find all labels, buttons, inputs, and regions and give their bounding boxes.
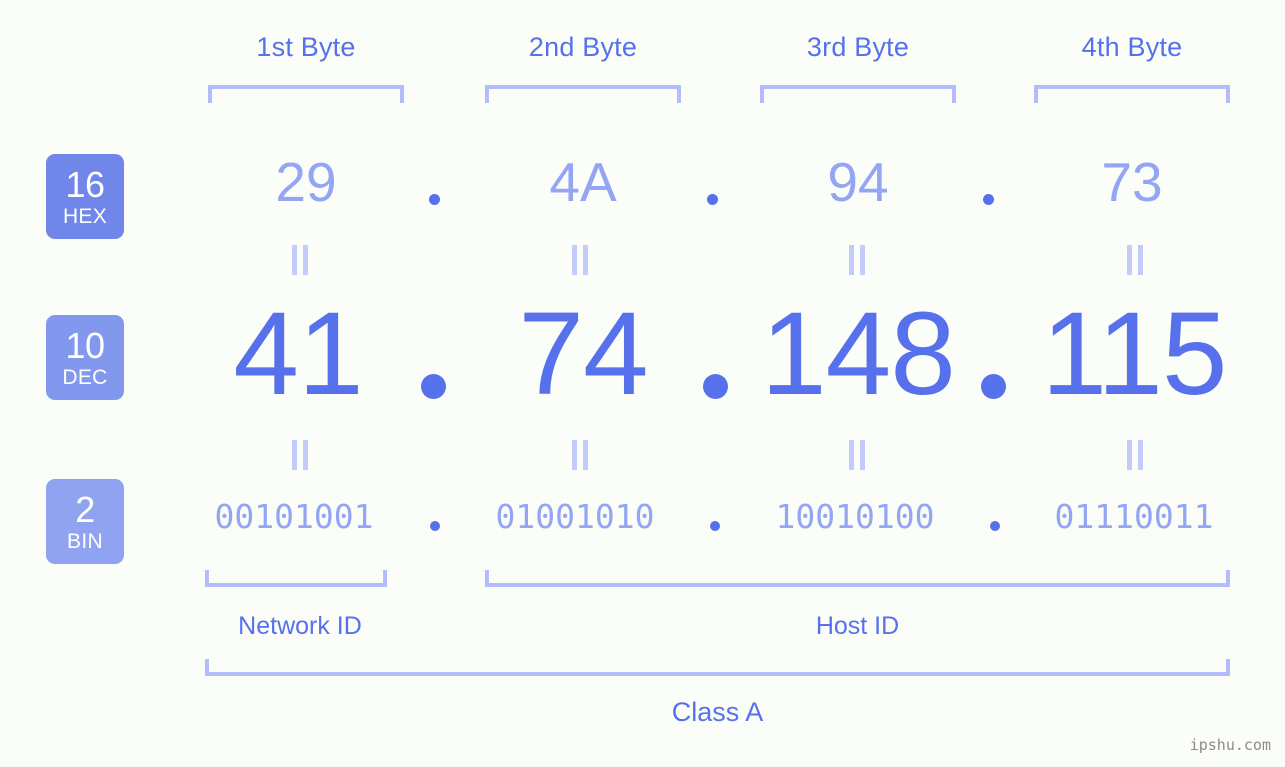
network-id-label: Network ID <box>238 612 362 640</box>
dec-separator-1 <box>421 374 446 399</box>
host-id-bracket <box>485 570 1230 587</box>
equality-mark-hex-dec-2 <box>572 245 589 275</box>
ip-address-breakdown-diagram: 1st Byte 2nd Byte 3rd Byte 4th Byte 16 H… <box>0 0 1285 767</box>
byte-bracket-2 <box>485 85 681 103</box>
byte-header-3: 3rd Byte <box>806 32 910 62</box>
bin-byte-3: 10010100 <box>775 497 935 536</box>
equality-mark-dec-bin-4 <box>1127 440 1144 470</box>
base-badge-hex-abbr: HEX <box>62 204 108 228</box>
class-bracket <box>205 659 1230 676</box>
hex-separator-3 <box>983 194 994 205</box>
dec-byte-3: 148 <box>761 288 956 420</box>
site-watermark: ipshu.com <box>1189 736 1271 754</box>
byte-header-2: 2nd Byte <box>528 32 638 62</box>
base-badge-dec: 10 DEC <box>46 315 124 400</box>
bin-byte-1: 00101001 <box>214 497 374 536</box>
bin-separator-2 <box>710 521 720 531</box>
byte-header-1: 1st Byte <box>256 32 356 62</box>
network-id-bracket <box>205 570 387 587</box>
host-id-label: Host ID <box>815 612 900 640</box>
byte-bracket-1 <box>208 85 404 103</box>
class-label: Class A <box>671 697 764 727</box>
bin-separator-1 <box>430 521 440 531</box>
bin-byte-2: 01001010 <box>495 497 655 536</box>
dec-separator-2 <box>703 374 728 399</box>
byte-header-4: 4th Byte <box>1081 32 1183 62</box>
hex-byte-1: 29 <box>275 151 337 213</box>
base-badge-dec-number: 10 <box>65 324 105 366</box>
dec-byte-1: 41 <box>233 288 363 420</box>
equality-mark-hex-dec-3 <box>849 245 866 275</box>
dec-byte-2: 74 <box>518 288 648 420</box>
base-badge-dec-abbr: DEC <box>62 365 108 389</box>
equality-mark-dec-bin-3 <box>849 440 866 470</box>
base-badge-bin-number: 2 <box>75 488 95 530</box>
base-badge-bin-abbr: BIN <box>67 529 103 553</box>
hex-separator-1 <box>429 194 440 205</box>
base-badge-hex: 16 HEX <box>46 154 124 239</box>
equality-mark-hex-dec-4 <box>1127 245 1144 275</box>
hex-byte-2: 4A <box>549 151 617 213</box>
hex-byte-3: 94 <box>827 151 889 213</box>
bin-byte-4: 01110011 <box>1054 497 1214 536</box>
equality-mark-dec-bin-1 <box>292 440 309 470</box>
base-badge-hex-number: 16 <box>65 163 105 205</box>
equality-mark-hex-dec-1 <box>292 245 309 275</box>
byte-bracket-3 <box>760 85 956 103</box>
bin-separator-3 <box>990 521 1000 531</box>
byte-bracket-4 <box>1034 85 1230 103</box>
dec-separator-3 <box>981 374 1006 399</box>
equality-mark-dec-bin-2 <box>572 440 589 470</box>
dec-byte-4: 115 <box>1041 288 1227 420</box>
hex-byte-4: 73 <box>1101 151 1163 213</box>
hex-separator-2 <box>707 194 718 205</box>
base-badge-bin: 2 BIN <box>46 479 124 564</box>
